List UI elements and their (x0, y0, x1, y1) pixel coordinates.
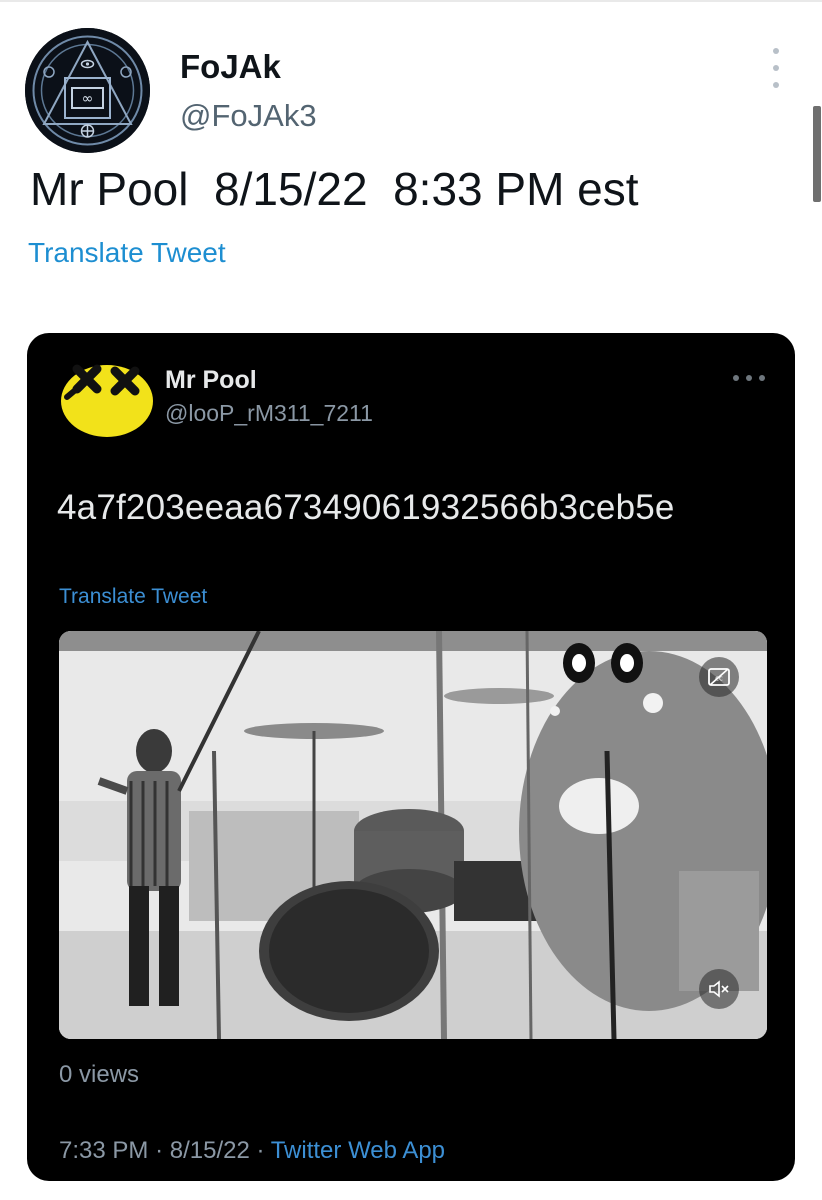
source-app-link[interactable]: Twitter Web App (271, 1137, 445, 1164)
view-count: 0 views (59, 1061, 140, 1088)
embedded-author-handle[interactable]: @looP_rM311_7211 (165, 400, 373, 427)
translate-tweet-link[interactable]: Translate Tweet (28, 237, 226, 269)
tweet-time[interactable]: 7:33 PM (59, 1137, 148, 1164)
svg-text:∞: ∞ (82, 91, 94, 107)
scrollbar[interactable] (813, 106, 821, 202)
author-display-name[interactable]: FoJAk (180, 48, 281, 86)
embedded-author-avatar[interactable] (57, 357, 155, 439)
tweet-page: ∞ FoJAk @FoJAk3 Mr Pool 8/15/22 8:33 PM … (0, 0, 822, 1200)
tweet-text: Mr Pool 8/15/22 8:33 PM est (30, 163, 639, 215)
captions-off-icon[interactable]: cc (699, 657, 739, 697)
embedded-author-display-name[interactable]: Mr Pool (165, 366, 257, 395)
yellow-dead-smiley-icon (61, 364, 153, 437)
author-avatar[interactable]: ∞ (25, 28, 150, 153)
meta-separator: · (155, 1137, 164, 1164)
video-player[interactable]: cc (59, 631, 767, 1039)
divider (0, 0, 822, 2)
embedded-tweet-screenshot[interactable]: Mr Pool @looP_rM311_7211 4a7f203eeaa6734… (27, 333, 795, 1181)
more-horizontal-icon[interactable] (733, 375, 765, 383)
embedded-tweet-text: 4a7f203eeaa67349061932566b3ceb5e (57, 488, 675, 527)
more-vertical-icon[interactable] (766, 48, 786, 88)
occult-sigil-icon: ∞ (25, 28, 150, 153)
meta-separator: · (256, 1137, 265, 1164)
tweet-date[interactable]: 8/15/22 (170, 1137, 250, 1164)
author-handle[interactable]: @FoJAk3 (180, 98, 317, 134)
muted-speaker-icon[interactable] (699, 969, 739, 1009)
embedded-translate-tweet-link[interactable]: Translate Tweet (59, 585, 207, 609)
video-thumbnail (59, 631, 767, 1039)
tweet-metadata: 7:33 PM · 8/15/22 · Twitter Web App (59, 1137, 445, 1165)
